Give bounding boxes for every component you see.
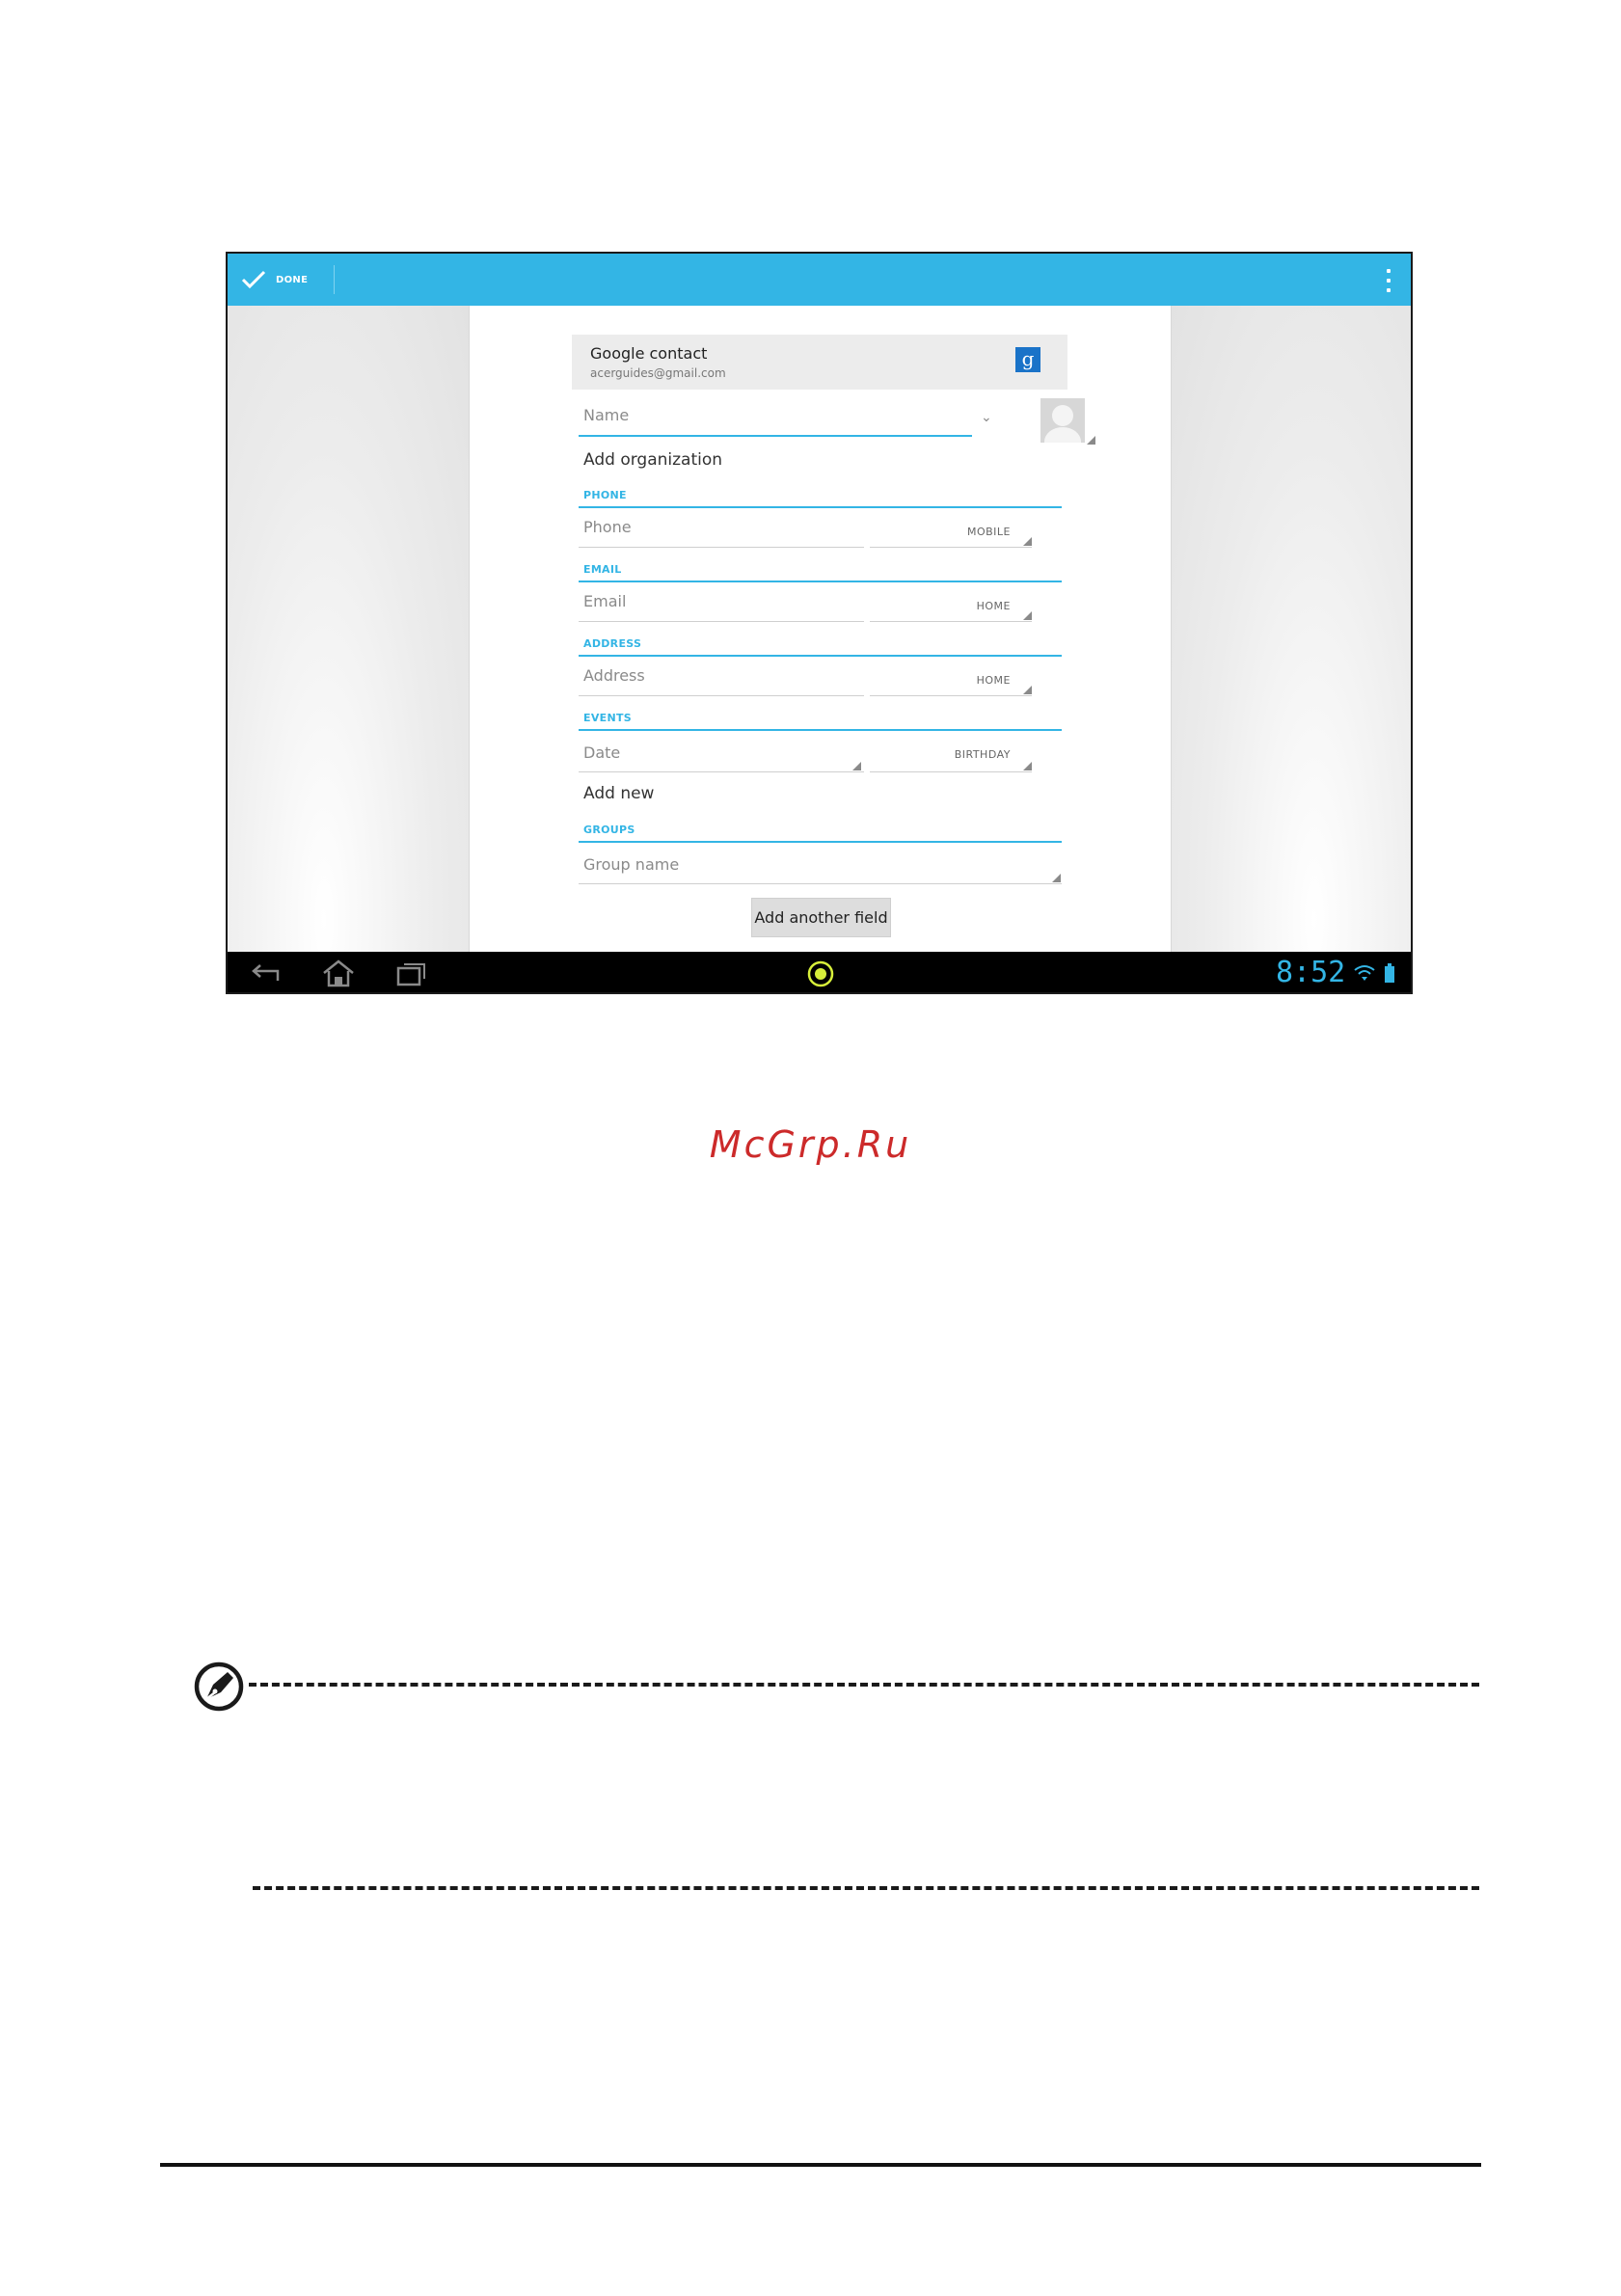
date-input[interactable]: Date — [583, 743, 620, 762]
chevron-down-icon[interactable]: ⌄ — [981, 410, 992, 425]
address-input-underline — [579, 695, 864, 696]
groups-section-title: GROUPS — [583, 824, 635, 836]
event-type-underline — [870, 771, 1032, 772]
address-type-selector[interactable]: HOME — [870, 674, 1011, 687]
action-bar-divider — [334, 265, 335, 294]
overflow-menu-icon[interactable] — [1384, 269, 1393, 292]
phone-section-title: PHONE — [583, 489, 627, 501]
email-type-underline — [870, 621, 1032, 622]
add-another-field-button[interactable]: Add another field — [751, 898, 891, 937]
note-bottom-dotted-rule — [253, 1886, 1479, 1890]
events-section-title: EVENTS — [583, 712, 632, 724]
action-bar: DONE — [228, 254, 1411, 306]
email-section-title: EMAIL — [583, 563, 622, 576]
phone-input[interactable]: Phone — [583, 518, 632, 536]
address-input[interactable]: Address — [583, 666, 645, 685]
events-section-divider — [579, 729, 1062, 731]
contact-photo[interactable] — [1040, 398, 1085, 443]
address-section-divider — [579, 655, 1062, 657]
add-organization-link[interactable]: Add organization — [583, 450, 722, 470]
date-input-underline — [579, 771, 864, 772]
background-left — [228, 306, 469, 952]
contact-form: Google contact acerguides@gmail.com g Na… — [469, 306, 1172, 952]
dropdown-corner-icon — [1052, 874, 1061, 882]
dropdown-corner-icon — [1023, 611, 1032, 620]
system-bar: 8:52 — [228, 952, 1411, 992]
group-name-underline — [579, 883, 1062, 884]
email-input-underline — [579, 621, 864, 622]
watermark: McGrp.Ru — [709, 1123, 912, 1166]
groups-section-divider — [579, 841, 1062, 843]
dropdown-corner-icon — [852, 762, 861, 770]
background-right — [1170, 306, 1411, 952]
phone-input-underline — [579, 547, 864, 548]
google-icon: g — [1015, 347, 1040, 372]
home-icon[interactable] — [320, 958, 357, 988]
back-icon[interactable] — [249, 961, 284, 986]
phone-type-selector[interactable]: MOBILE — [870, 526, 1011, 538]
photo-corner-icon — [1087, 436, 1095, 445]
done-button[interactable]: DONE — [228, 254, 334, 306]
address-section-title: ADDRESS — [583, 637, 642, 650]
address-type-underline — [870, 695, 1032, 696]
done-label: DONE — [276, 274, 309, 285]
account-email: acerguides@gmail.com — [590, 366, 726, 380]
tablet-screenshot: DONE Google contact acerguides@gmail.com… — [226, 252, 1413, 994]
wifi-icon — [1354, 965, 1375, 981]
event-type-selector[interactable]: BIRTHDAY — [870, 748, 1011, 761]
dropdown-corner-icon — [1023, 537, 1032, 546]
battery-icon — [1385, 963, 1394, 983]
add-new-event-link[interactable]: Add new — [583, 784, 654, 803]
email-section-divider — [579, 581, 1062, 582]
email-type-selector[interactable]: HOME — [870, 600, 1011, 612]
phone-section-divider — [579, 506, 1062, 508]
checkmark-icon — [241, 270, 266, 289]
account-header: Google contact acerguides@gmail.com g — [572, 335, 1067, 390]
status-clock: 8:52 — [1276, 956, 1346, 989]
center-menu-icon[interactable] — [806, 959, 835, 988]
group-name-input[interactable]: Group name — [583, 855, 679, 874]
email-input[interactable]: Email — [583, 592, 626, 610]
note-top-dotted-rule — [249, 1683, 1479, 1687]
dropdown-corner-icon — [1023, 686, 1032, 694]
name-input-underline — [579, 435, 972, 437]
recent-apps-icon[interactable] — [395, 959, 428, 988]
note-pen-icon — [194, 1661, 244, 1712]
phone-type-underline — [870, 547, 1032, 548]
footer-rule — [160, 2163, 1481, 2167]
account-title: Google contact — [590, 344, 708, 363]
dropdown-corner-icon — [1023, 762, 1032, 770]
name-input[interactable]: Name — [583, 406, 629, 424]
